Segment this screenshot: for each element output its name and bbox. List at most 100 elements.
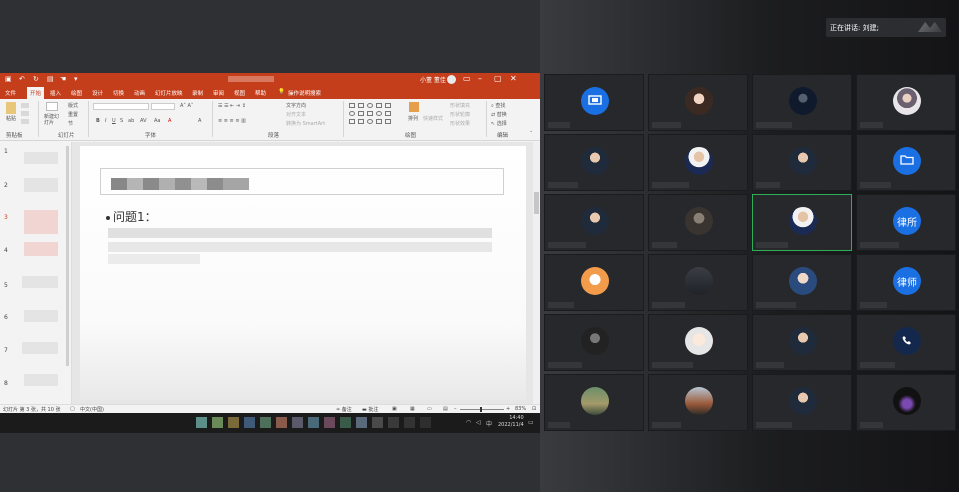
bold-icon[interactable]: B	[96, 118, 100, 124]
italic-icon[interactable]: I	[105, 118, 106, 124]
taskbar-app-icon[interactable]	[372, 417, 383, 428]
tab-transitions[interactable]: 切换	[113, 89, 124, 97]
tab-file[interactable]: 文件	[5, 89, 16, 97]
taskbar-app-icon[interactable]	[196, 417, 207, 428]
tab-design[interactable]: 设计	[92, 89, 103, 97]
layout-button[interactable]: 版式	[68, 102, 78, 109]
reading-view-icon[interactable]: ▭	[427, 406, 432, 412]
touch-mode-icon[interactable]: ☚	[60, 75, 66, 83]
thumb-preview[interactable]	[24, 152, 58, 164]
participant-tile[interactable]	[752, 254, 852, 311]
taskbar-app-icon[interactable]	[404, 417, 415, 428]
thumb-preview[interactable]	[22, 276, 58, 288]
thumb-preview[interactable]	[24, 178, 58, 192]
participant-tile[interactable]	[856, 134, 956, 191]
zoom-out-icon[interactable]: –	[454, 406, 457, 412]
slide-title-placeholder[interactable]	[100, 168, 504, 195]
zoom-level[interactable]: 83%	[515, 406, 526, 412]
find-button[interactable]: ⌕ 查找	[491, 102, 505, 109]
thumb-number[interactable]: 8	[4, 380, 8, 387]
new-slide-label[interactable]: 新建幻灯片	[44, 114, 62, 126]
bullets-icon[interactable]: ☰ ☰ ⇤ ⇥ ↕	[218, 103, 246, 109]
participant-tile[interactable]	[648, 254, 748, 311]
taskbar-app-icon[interactable]	[420, 417, 431, 428]
editor-scrollbar[interactable]	[533, 142, 540, 404]
thumb-preview[interactable]	[22, 342, 58, 354]
save-icon[interactable]: ▣	[5, 75, 12, 83]
format-painter-icon[interactable]	[21, 119, 29, 124]
language-indicator[interactable]: 中文(中国)	[80, 406, 104, 413]
participant-tile[interactable]	[648, 374, 748, 431]
strikethrough-icon[interactable]: ab	[128, 118, 134, 124]
normal-view-icon[interactable]: ▣	[392, 406, 397, 412]
spacing-icon[interactable]: AV	[140, 118, 147, 124]
participant-tile[interactable]	[544, 254, 644, 311]
close-icon[interactable]: ✕	[510, 74, 517, 83]
tab-slideshow[interactable]: 幻灯片放映	[155, 89, 183, 97]
zoom-in-icon[interactable]: +	[506, 406, 510, 412]
participant-tile[interactable]	[544, 374, 644, 431]
participant-tile[interactable]	[752, 134, 852, 191]
taskbar-app-icon[interactable]	[244, 417, 255, 428]
participant-tile[interactable]	[544, 314, 644, 371]
thumb-preview[interactable]	[24, 310, 58, 322]
cut-icon[interactable]	[21, 103, 29, 108]
participant-tile[interactable]	[544, 134, 644, 191]
participant-tile[interactable]	[856, 314, 956, 371]
thumb-preview[interactable]	[24, 242, 58, 256]
present-icon[interactable]: ▤	[47, 75, 54, 83]
arrange-button[interactable]: 排列	[408, 115, 418, 122]
tab-record[interactable]: 录制	[192, 89, 203, 97]
slideshow-view-icon[interactable]: ▤	[443, 406, 448, 412]
participant-tile[interactable]	[752, 194, 852, 251]
undo-icon[interactable]: ↶	[19, 75, 25, 83]
thumb-number[interactable]: 1	[4, 148, 8, 155]
user-name[interactable]: 小董 董佳	[420, 75, 446, 84]
taskbar-app-icon[interactable]	[260, 417, 271, 428]
restore-icon[interactable]: ▢	[494, 74, 502, 83]
new-slide-icon[interactable]	[46, 102, 58, 111]
font-color-icon[interactable]: A	[168, 118, 171, 124]
taskbar-app-icon[interactable]	[308, 417, 319, 428]
participant-tile[interactable]: 律所	[856, 194, 956, 251]
tab-review[interactable]: 审阅	[213, 89, 224, 97]
align-text-button[interactable]: 对齐文本	[286, 111, 306, 118]
clear-format-icon[interactable]: A	[198, 118, 201, 124]
tab-insert[interactable]: 插入	[50, 89, 61, 97]
taskbar-app-icon[interactable]	[356, 417, 367, 428]
sorter-view-icon[interactable]: ▦	[410, 406, 415, 412]
thumb-preview-selected[interactable]	[24, 210, 58, 234]
tab-home[interactable]: 开始	[27, 87, 45, 99]
taskbar-app-icon[interactable]	[340, 417, 351, 428]
slide-bullet[interactable]: 问题1：	[106, 208, 157, 225]
comments-button[interactable]: ▬ 批注	[362, 406, 378, 413]
minimize-icon[interactable]: –	[478, 74, 482, 83]
thumb-number[interactable]: 7	[4, 347, 8, 354]
accessibility-icon[interactable]: ▢	[70, 406, 75, 412]
zoom-slider-knob[interactable]	[480, 407, 482, 412]
underline-icon[interactable]: U	[112, 118, 116, 124]
font-name-box[interactable]	[93, 103, 149, 110]
taskbar-app-icon[interactable]	[212, 417, 223, 428]
thumb-number[interactable]: 5	[4, 282, 8, 289]
system-clock[interactable]: 14:40 2022/11/4	[498, 415, 524, 429]
section-button[interactable]: 节	[68, 120, 73, 127]
wifi-icon[interactable]: ◠	[466, 419, 471, 426]
notification-icon[interactable]: ▭	[528, 419, 534, 426]
thumb-number-selected[interactable]: 3	[4, 214, 8, 221]
user-avatar[interactable]	[447, 75, 456, 84]
tell-me-search[interactable]: 操作说明搜索	[288, 89, 321, 97]
thumb-number[interactable]: 2	[4, 182, 8, 189]
taskbar-app-icon[interactable]	[228, 417, 239, 428]
copy-icon[interactable]	[21, 111, 29, 116]
current-slide[interactable]: 问题1：	[80, 146, 526, 400]
shape-fill-button[interactable]: 形状填充	[450, 102, 470, 109]
reset-button[interactable]: 重置	[68, 111, 78, 118]
select-button[interactable]: ↖ 选择	[491, 120, 507, 127]
participant-tile[interactable]	[856, 374, 956, 431]
collapse-ribbon-icon[interactable]: ˄	[530, 131, 533, 137]
participant-tile[interactable]	[544, 74, 644, 131]
case-icon[interactable]: Aa	[154, 118, 160, 124]
tab-draw[interactable]: 绘图	[71, 89, 82, 97]
font-size-box[interactable]	[151, 103, 175, 110]
